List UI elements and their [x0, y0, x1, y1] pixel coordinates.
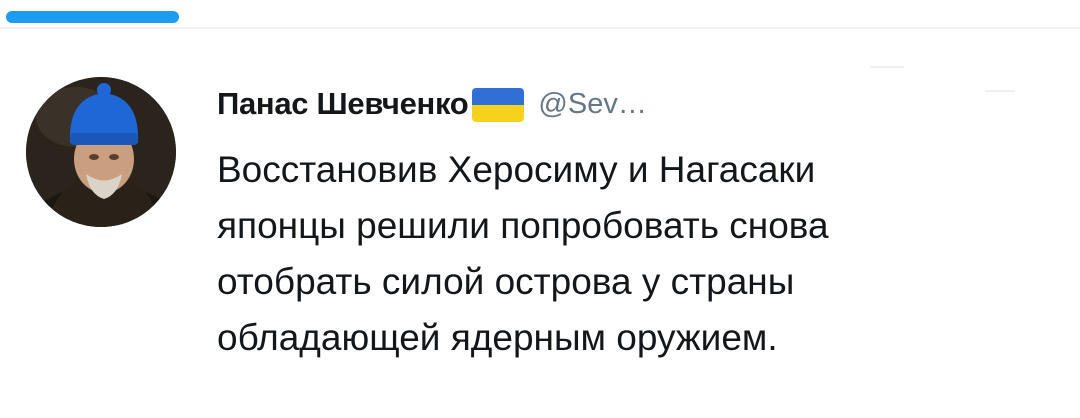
ukraine-flag-icon — [472, 88, 525, 122]
tweet-text-line: отобрать силой острова у страны — [217, 261, 795, 302]
tweet[interactable]: Панас Шевченко @Sev… Восстановив Херосим… — [0, 0, 1080, 418]
avatar[interactable] — [26, 77, 176, 227]
tweet-text-line: обладающей ядерным оружием. — [217, 317, 778, 358]
tweet-text-line: Восстановив Херосиму и Нагасаки — [217, 149, 816, 190]
user-handle[interactable]: @Sev… — [538, 88, 646, 121]
tweet-header: Панас Шевченко @Sev… — [217, 82, 647, 126]
avatar-portrait-icon — [26, 77, 176, 227]
tweet-text: Восстановив Херосиму и Нагасаки японцы р… — [217, 142, 1057, 366]
tweet-text-line: японцы решили попробовать снова — [217, 205, 829, 246]
display-name[interactable]: Панас Шевченко — [217, 86, 469, 122]
